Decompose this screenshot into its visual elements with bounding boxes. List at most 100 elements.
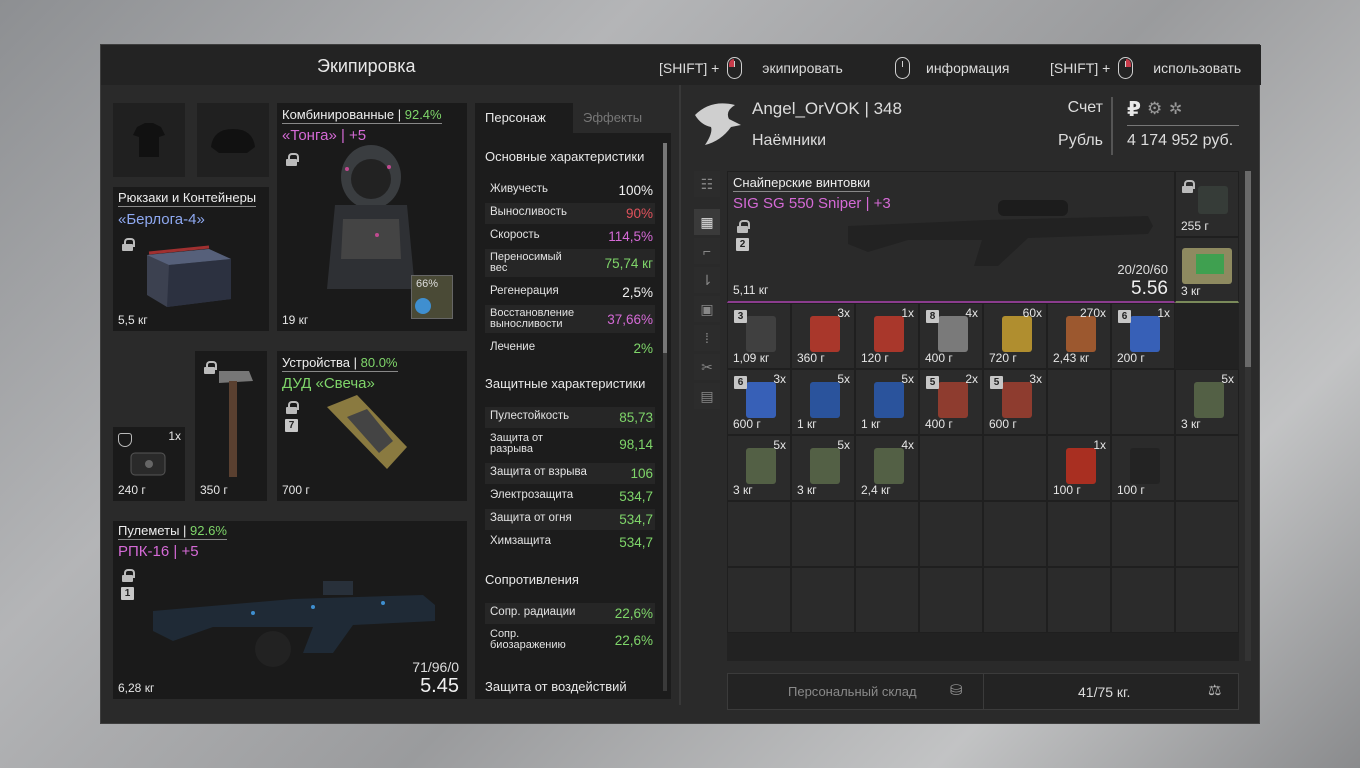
filter-box-icon[interactable]: ▤ xyxy=(694,383,720,409)
inventory-item[interactable]: 1x 120 г xyxy=(855,303,919,369)
empty-slot[interactable] xyxy=(983,567,1047,633)
filter-consumable-icon[interactable]: ⁞ xyxy=(694,325,720,351)
empty-slot[interactable] xyxy=(1047,501,1111,567)
item-badge: 3 xyxy=(734,310,747,323)
item-weight: 100 г xyxy=(1053,483,1081,497)
filter-tools-icon[interactable]: ✂ xyxy=(694,354,720,380)
helmet-icon xyxy=(211,129,255,153)
empty-slot[interactable] xyxy=(919,501,983,567)
backpack-slot[interactable]: Рюкзаки и Контейнеры «Берлога-4» 5,5 кг xyxy=(113,187,269,331)
item-qty: 1x xyxy=(1093,438,1106,452)
protection-title: Защитные характеристики xyxy=(485,376,646,391)
filter-weapon-icon[interactable]: ⌐ xyxy=(694,238,720,264)
resistances-title: Сопротивления xyxy=(485,572,579,587)
grenade-slot[interactable]: 1x 240 г xyxy=(113,427,185,501)
filter-medkit-icon[interactable]: ▣ xyxy=(694,296,720,322)
lock-icon xyxy=(286,401,299,414)
item-qty: 2x xyxy=(965,372,978,386)
inventory-item[interactable]: 1x 6 200 г xyxy=(1111,303,1175,369)
inventory-item[interactable]: 5x 3 кг xyxy=(1175,369,1239,435)
lock-icon xyxy=(286,153,299,166)
empty-slot[interactable] xyxy=(1175,567,1239,633)
stats-scrollbar[interactable] xyxy=(663,143,667,691)
inventory-item[interactable]: 2x 5 400 г xyxy=(919,369,983,435)
item-qty: 3x xyxy=(1029,372,1042,386)
empty-slot[interactable] xyxy=(919,435,983,501)
inventory-item[interactable]: 5x 3 кг xyxy=(727,435,791,501)
empty-slot[interactable] xyxy=(855,567,919,633)
empty-slot[interactable] xyxy=(983,435,1047,501)
inventory-item[interactable]: 5x 1 кг xyxy=(791,369,855,435)
empty-slot[interactable] xyxy=(1111,567,1175,633)
inventory-item[interactable]: 3x 360 г xyxy=(791,303,855,369)
inventory-item[interactable]: 5x 3 кг xyxy=(791,435,855,501)
empty-slot[interactable] xyxy=(983,501,1047,567)
gear-icon[interactable]: ⚙ xyxy=(1147,99,1162,119)
weapon-slot[interactable]: Пулеметы | 92.6% РПК-16 | +5 1 6,28 кг 7… xyxy=(113,521,467,699)
inventory-item[interactable]: 4x 8 400 г xyxy=(919,303,983,369)
settings-icon[interactable]: ✲ xyxy=(1169,99,1182,119)
empty-slot[interactable] xyxy=(727,501,791,567)
inventory-item[interactable]: 4x 2,4 кг xyxy=(855,435,919,501)
item-weight: 120 г xyxy=(861,351,889,365)
stat-row: Лечение 2% xyxy=(490,341,653,356)
featured-weight: 5,11 кг xyxy=(733,283,769,297)
tab-effects[interactable]: Эффекты xyxy=(573,103,671,133)
empty-slot[interactable] xyxy=(855,501,919,567)
weapon-caliber: 5.45 xyxy=(420,675,459,697)
empty-slot[interactable] xyxy=(727,567,791,633)
item-icon xyxy=(874,316,904,352)
inventory-item[interactable]: 270x 2,43 кг xyxy=(1047,303,1111,369)
inventory-item[interactable]: 3x 5 600 г xyxy=(983,369,1047,435)
inventory-item[interactable]: 3 кг xyxy=(1175,237,1239,303)
weapon-name: РПК-16 | +5 xyxy=(118,543,199,560)
divider xyxy=(1127,125,1239,126)
item-icon xyxy=(938,316,968,352)
featured-item[interactable]: Снайперские винтовки SIG SG 550 Sniper |… xyxy=(727,171,1175,303)
empty-slot[interactable] xyxy=(791,567,855,633)
inventory-item[interactable]: 3 1,09 кг xyxy=(727,303,791,369)
weight-icon: ⚖ xyxy=(1208,682,1222,699)
empty-slot[interactable] xyxy=(1047,567,1111,633)
grid-scrollbar[interactable] xyxy=(1245,171,1251,661)
inventory-item[interactable]: 1x 100 г xyxy=(1047,435,1111,501)
melee-slot[interactable]: 350 г xyxy=(195,351,267,501)
empty-slot[interactable] xyxy=(791,501,855,567)
empty-slot[interactable] xyxy=(1175,501,1239,567)
tab-character[interactable]: Персонаж xyxy=(475,103,573,133)
device-slot[interactable]: Устройства | 80.0% ДУД «Свеча» 7 700 г xyxy=(277,351,467,501)
item-qty: 1x xyxy=(1157,306,1170,320)
item-weight: 3 кг xyxy=(733,483,753,497)
item-icon xyxy=(1066,448,1096,484)
item-qty: 3x xyxy=(837,306,850,320)
ruble-icon[interactable]: ₽ xyxy=(1127,97,1141,122)
empty-slot[interactable] xyxy=(1111,369,1175,435)
stats-panel: Персонаж Эффекты Основные характеристики… xyxy=(475,103,671,699)
filter-grid-icon[interactable]: ▦ xyxy=(694,209,720,235)
inventory-item[interactable]: 3x 6 600 г xyxy=(727,369,791,435)
empty-slot[interactable] xyxy=(1175,435,1239,501)
inventory-item[interactable]: 5x 1 кг xyxy=(855,369,919,435)
filter-list-icon[interactable]: ☷ xyxy=(694,171,720,197)
empty-slot[interactable] xyxy=(919,567,983,633)
helmet-slot[interactable] xyxy=(197,103,269,177)
inventory-item[interactable]: 255 г xyxy=(1175,171,1239,237)
inventory-window: Экипировка [SHIFT] + экипировать информа… xyxy=(100,44,1261,724)
device-image xyxy=(327,395,407,469)
armor-slot[interactable]: Комбинированные | 92.4% «Тонга» | +5 66%… xyxy=(277,103,467,331)
shirt-slot[interactable] xyxy=(113,103,185,177)
inventory-item[interactable]: 60x 720 г xyxy=(983,303,1047,369)
storage-footer: Персональный склад ⛁ 41/75 кг. ⚖ xyxy=(727,673,1239,710)
weapon-weight: 6,28 кг xyxy=(118,681,155,695)
stat-row: Живучесть 100% xyxy=(490,183,653,198)
item-weight: 400 г xyxy=(925,417,953,431)
inventory-item[interactable]: 100 г xyxy=(1111,435,1175,501)
item-badge: 6 xyxy=(734,376,747,389)
empty-slot[interactable] xyxy=(1047,369,1111,435)
filter-ammo-icon[interactable]: ⇂ xyxy=(694,267,720,293)
stat-row: Скорость 114,5% xyxy=(490,229,653,244)
hint-prefix: [SHIFT] + xyxy=(659,60,720,76)
empty-slot[interactable] xyxy=(1111,501,1175,567)
player-faction: Наёмники xyxy=(752,132,827,149)
personal-storage-button[interactable]: Персональный склад ⛁ xyxy=(728,674,984,709)
